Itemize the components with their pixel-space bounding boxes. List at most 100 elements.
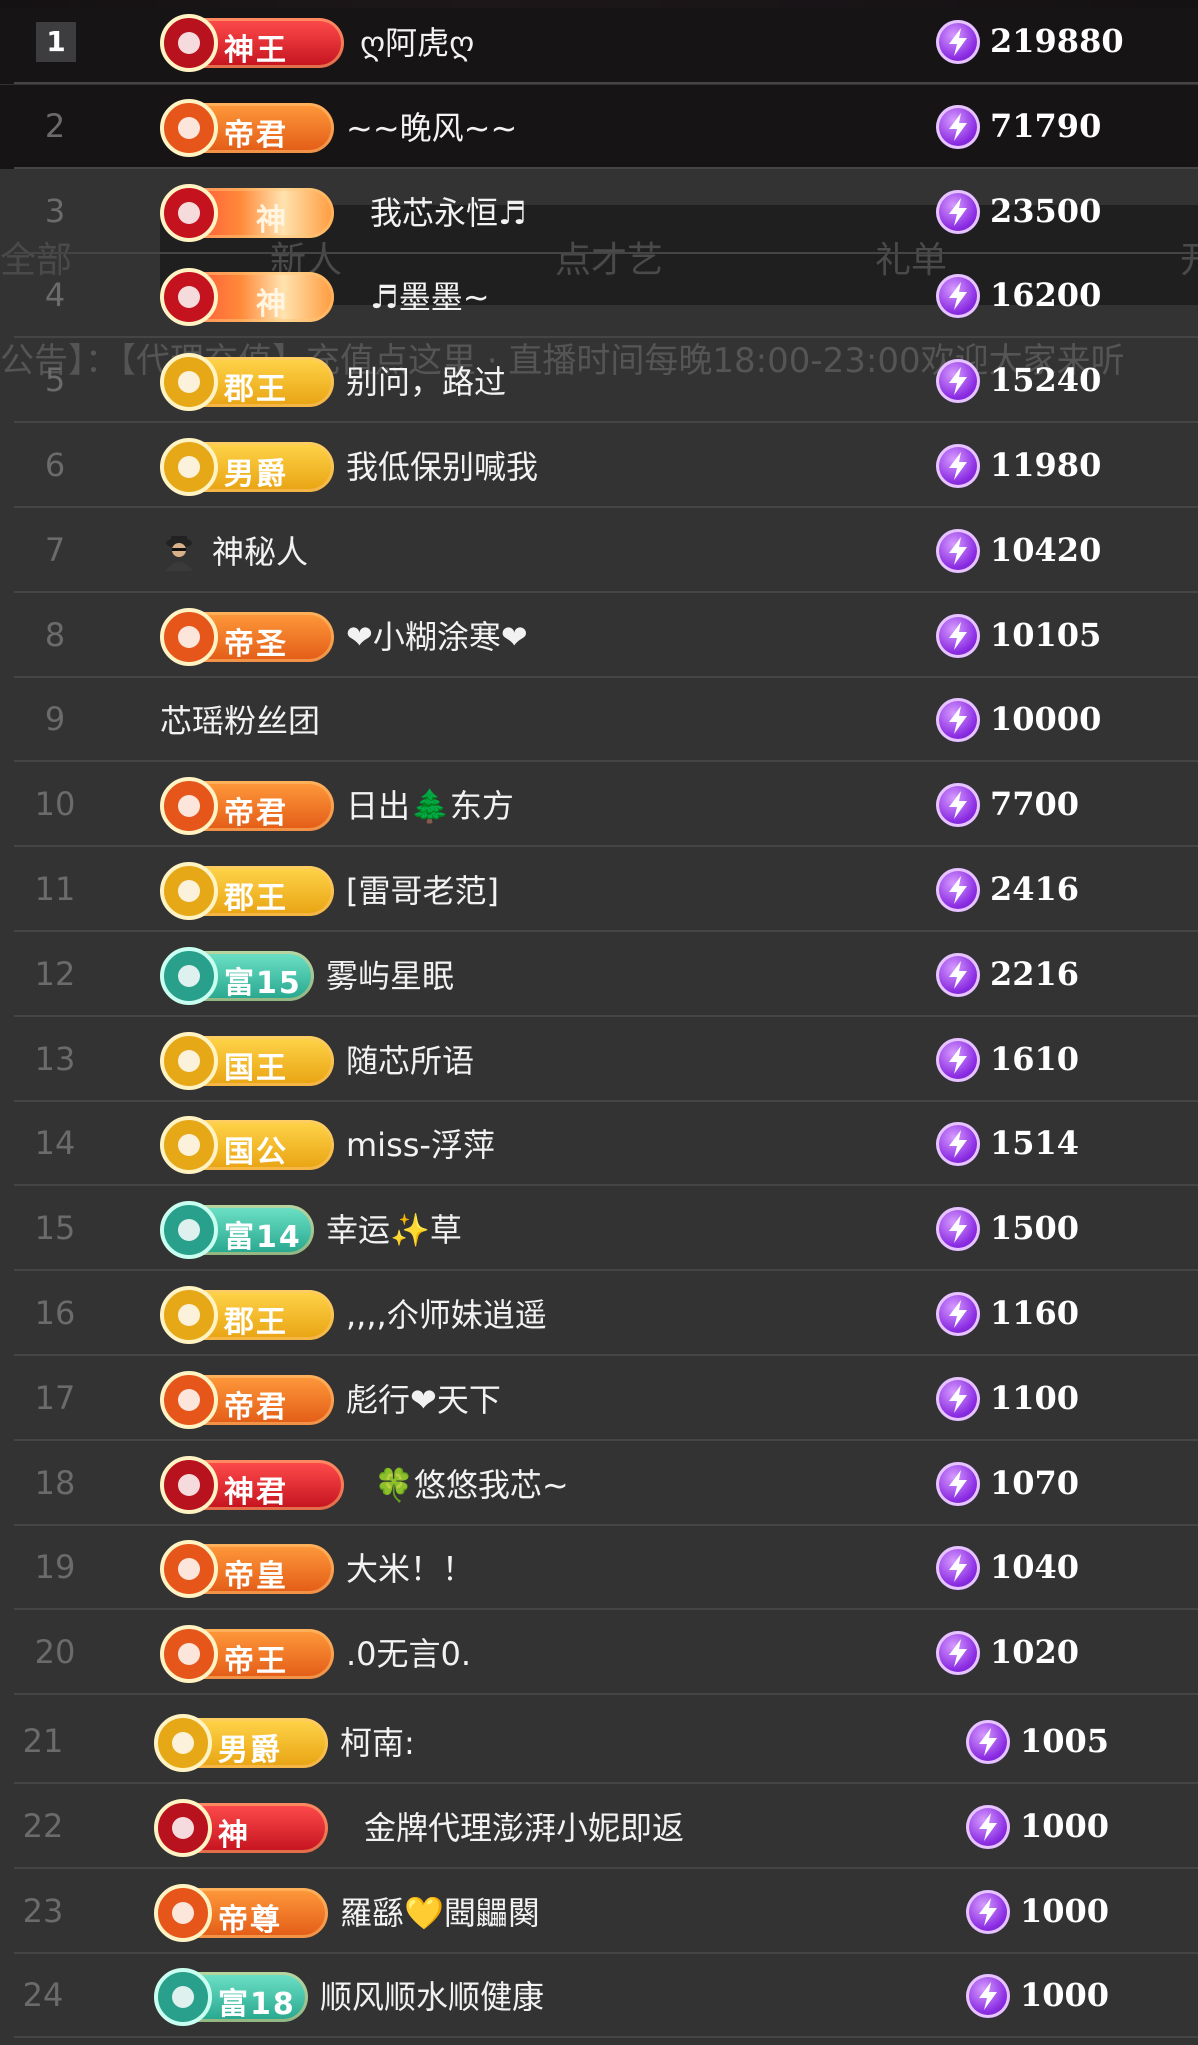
leaderboard-row[interactable]: 24 富18 顺风顺水顺健康 1000 <box>0 1954 1198 2038</box>
badge-label: 帝君 <box>224 1390 288 1425</box>
user-nickname[interactable]: ♬墨墨~ <box>370 272 490 318</box>
contribution-score: 1500 <box>990 1209 1080 1247</box>
leaderboard-row[interactable]: 9 芯瑶粉丝团 10000 <box>0 678 1198 762</box>
leaderboard-row[interactable]: 2 帝君 ~~晚风~~ 71790 <box>0 85 1198 169</box>
badge-emblem-icon <box>154 1884 212 1942</box>
leaderboard-row[interactable]: 8 帝圣 ❤小糊涂寒❤ 10105 <box>0 594 1198 678</box>
leaderboard-row[interactable]: 6 男爵 我低保别喊我 11980 <box>0 424 1198 508</box>
badge-label: 郡王 <box>224 881 288 916</box>
badge-label: 富14 <box>224 1220 302 1255</box>
rank-number: 6 <box>44 446 66 484</box>
user-nickname[interactable]: .0无言0. <box>346 1629 471 1675</box>
contribution-score: 1000 <box>1020 1892 1110 1930</box>
user-nickname[interactable]: 幸运✨草 <box>326 1205 462 1251</box>
badge-emblem-icon <box>160 184 218 242</box>
level-badge: 神 <box>154 1799 328 1857</box>
badge-emblem-icon <box>160 1371 218 1429</box>
rank-number: 13 <box>34 1040 76 1078</box>
user-nickname[interactable]: ❤小糊涂寒❤ <box>346 612 528 658</box>
leaderboard-row[interactable]: 21 男爵 柯南: 1005 <box>0 1700 1198 1784</box>
user-nickname[interactable]: miss-浮萍 <box>346 1120 495 1166</box>
leaderboard-row[interactable]: 16 郡王 ,,,,尒师妹逍遥 1160 <box>0 1272 1198 1356</box>
user-nickname[interactable]: 日出🌲东方 <box>346 781 514 827</box>
user-nickname[interactable]: 我低保别喊我 <box>346 442 538 488</box>
user-nickname[interactable]: 金牌代理澎湃小妮即返 <box>364 1803 684 1849</box>
user-nickname[interactable]: ღ阿虎ღ <box>360 18 474 64</box>
user-nickname[interactable]: 羅繇💛閸鼺闋 <box>340 1888 540 1934</box>
leaderboard-row[interactable]: 12 富15 雾屿星眠 2216 <box>0 933 1198 1017</box>
lightning-gem-icon <box>936 444 980 488</box>
leaderboard-row[interactable]: 5 郡王 别问，路过 15240 <box>0 339 1198 423</box>
contribution-score: 1514 <box>990 1124 1080 1162</box>
user-nickname[interactable]: 别问，路过 <box>346 357 506 403</box>
user-nickname[interactable]: 顺风顺水顺健康 <box>320 1972 544 2018</box>
row-divider <box>14 1782 1198 1784</box>
user-nickname[interactable]: 柯南: <box>340 1718 415 1764</box>
rank-number: 16 <box>34 1294 76 1332</box>
leaderboard-row[interactable]: 20 帝王 .0无言0. 1020 <box>0 1611 1198 1695</box>
leaderboard-row[interactable]: 17 帝君 彪行❤天下 1100 <box>0 1357 1198 1441</box>
leaderboard-row[interactable]: 1 神王 ღ阿虎ღ 219880 <box>0 0 1198 84</box>
badge-emblem-icon <box>160 438 218 496</box>
level-badge: 国公 <box>160 1116 334 1174</box>
contribution-score: 71790 <box>990 107 1102 145</box>
badge-emblem-icon <box>160 353 218 411</box>
leaderboard-row[interactable]: 15 富14 幸运✨草 1500 <box>0 1187 1198 1271</box>
row-divider <box>14 1354 1198 1356</box>
row-divider <box>14 1608 1198 1610</box>
rank-number: 11 <box>34 870 76 908</box>
user-nickname[interactable]: 彪行❤天下 <box>346 1375 501 1421</box>
row-divider <box>14 1693 1198 1695</box>
user-nickname[interactable]: 大米！！ <box>346 1544 474 1590</box>
rank-number: 3 <box>44 192 66 230</box>
user-nickname[interactable]: ,,,,尒师妹逍遥 <box>346 1290 547 1336</box>
user-nickname[interactable]: 随芯所语 <box>346 1036 474 1082</box>
leaderboard-row[interactable]: 4 神 ♬墨墨~ 16200 <box>0 254 1198 338</box>
user-nickname[interactable]: ~~晚风~~ <box>346 103 517 149</box>
lightning-gem-icon <box>936 20 980 64</box>
row-divider <box>14 1439 1198 1441</box>
leaderboard-row[interactable]: 3 神 我芯永恒♬ 23500 <box>0 170 1198 254</box>
user-nickname[interactable]: [雷哥老范] <box>346 866 499 912</box>
badge-label: 帝尊 <box>218 1903 282 1938</box>
badge-label: 国公 <box>224 1135 288 1170</box>
badge-emblem-icon <box>160 777 218 835</box>
user-nickname[interactable]: 我芯永恒♬ <box>370 188 527 234</box>
leaderboard-row[interactable]: 7 神秘人 10420 <box>0 509 1198 593</box>
row-divider <box>14 760 1198 762</box>
user-nickname[interactable]: 芯瑶粉丝团 <box>160 696 320 742</box>
lightning-gem-icon <box>936 783 980 827</box>
row-divider <box>14 421 1198 423</box>
badge-label: 帝圣 <box>224 627 288 662</box>
badge-emblem-icon <box>154 1968 212 2026</box>
badge-emblem-icon <box>160 608 218 666</box>
level-badge: 帝君 <box>160 99 334 157</box>
rank-number: 21 <box>22 1722 64 1760</box>
badge-emblem-icon <box>160 1286 218 1344</box>
row-divider <box>14 845 1198 847</box>
lightning-gem-icon <box>936 359 980 403</box>
user-nickname[interactable]: 雾屿星眠 <box>326 951 454 997</box>
contribution-score: 15240 <box>990 361 1102 399</box>
level-badge: 国王 <box>160 1032 334 1090</box>
leaderboard-row[interactable]: 22 神 金牌代理澎湃小妮即返 1000 <box>0 1785 1198 1869</box>
row-divider <box>14 506 1198 508</box>
badge-label: 帝王 <box>224 1644 288 1679</box>
user-nickname[interactable]: 神秘人 <box>212 527 308 573</box>
leaderboard-row[interactable]: 18 神君 🍀悠悠我芯~ 1070 <box>0 1442 1198 1526</box>
user-nickname[interactable]: 🍀悠悠我芯~ <box>374 1460 569 1506</box>
leaderboard-row[interactable]: 11 郡王 [雷哥老范] 2416 <box>0 848 1198 932</box>
leaderboard-row[interactable]: 23 帝尊 羅繇💛閸鼺闋 1000 <box>0 1870 1198 1954</box>
contribution-score: 1070 <box>990 1464 1080 1502</box>
leaderboard-row[interactable]: 14 国公 miss-浮萍 1514 <box>0 1102 1198 1186</box>
lightning-gem-icon <box>936 190 980 234</box>
level-badge: 帝王 <box>160 1625 334 1683</box>
leaderboard-row[interactable]: 10 帝君 日出🌲东方 7700 <box>0 763 1198 847</box>
level-badge: 帝君 <box>160 1371 334 1429</box>
contribution-score: 1610 <box>990 1040 1080 1078</box>
contribution-score: 7700 <box>990 785 1080 823</box>
contribution-score: 1005 <box>1020 1722 1110 1760</box>
leaderboard-row[interactable]: 19 帝皇 大米！！ 1040 <box>0 1526 1198 1610</box>
leaderboard-row[interactable]: 13 国王 随芯所语 1610 <box>0 1018 1198 1102</box>
badge-label: 神 <box>256 203 288 238</box>
